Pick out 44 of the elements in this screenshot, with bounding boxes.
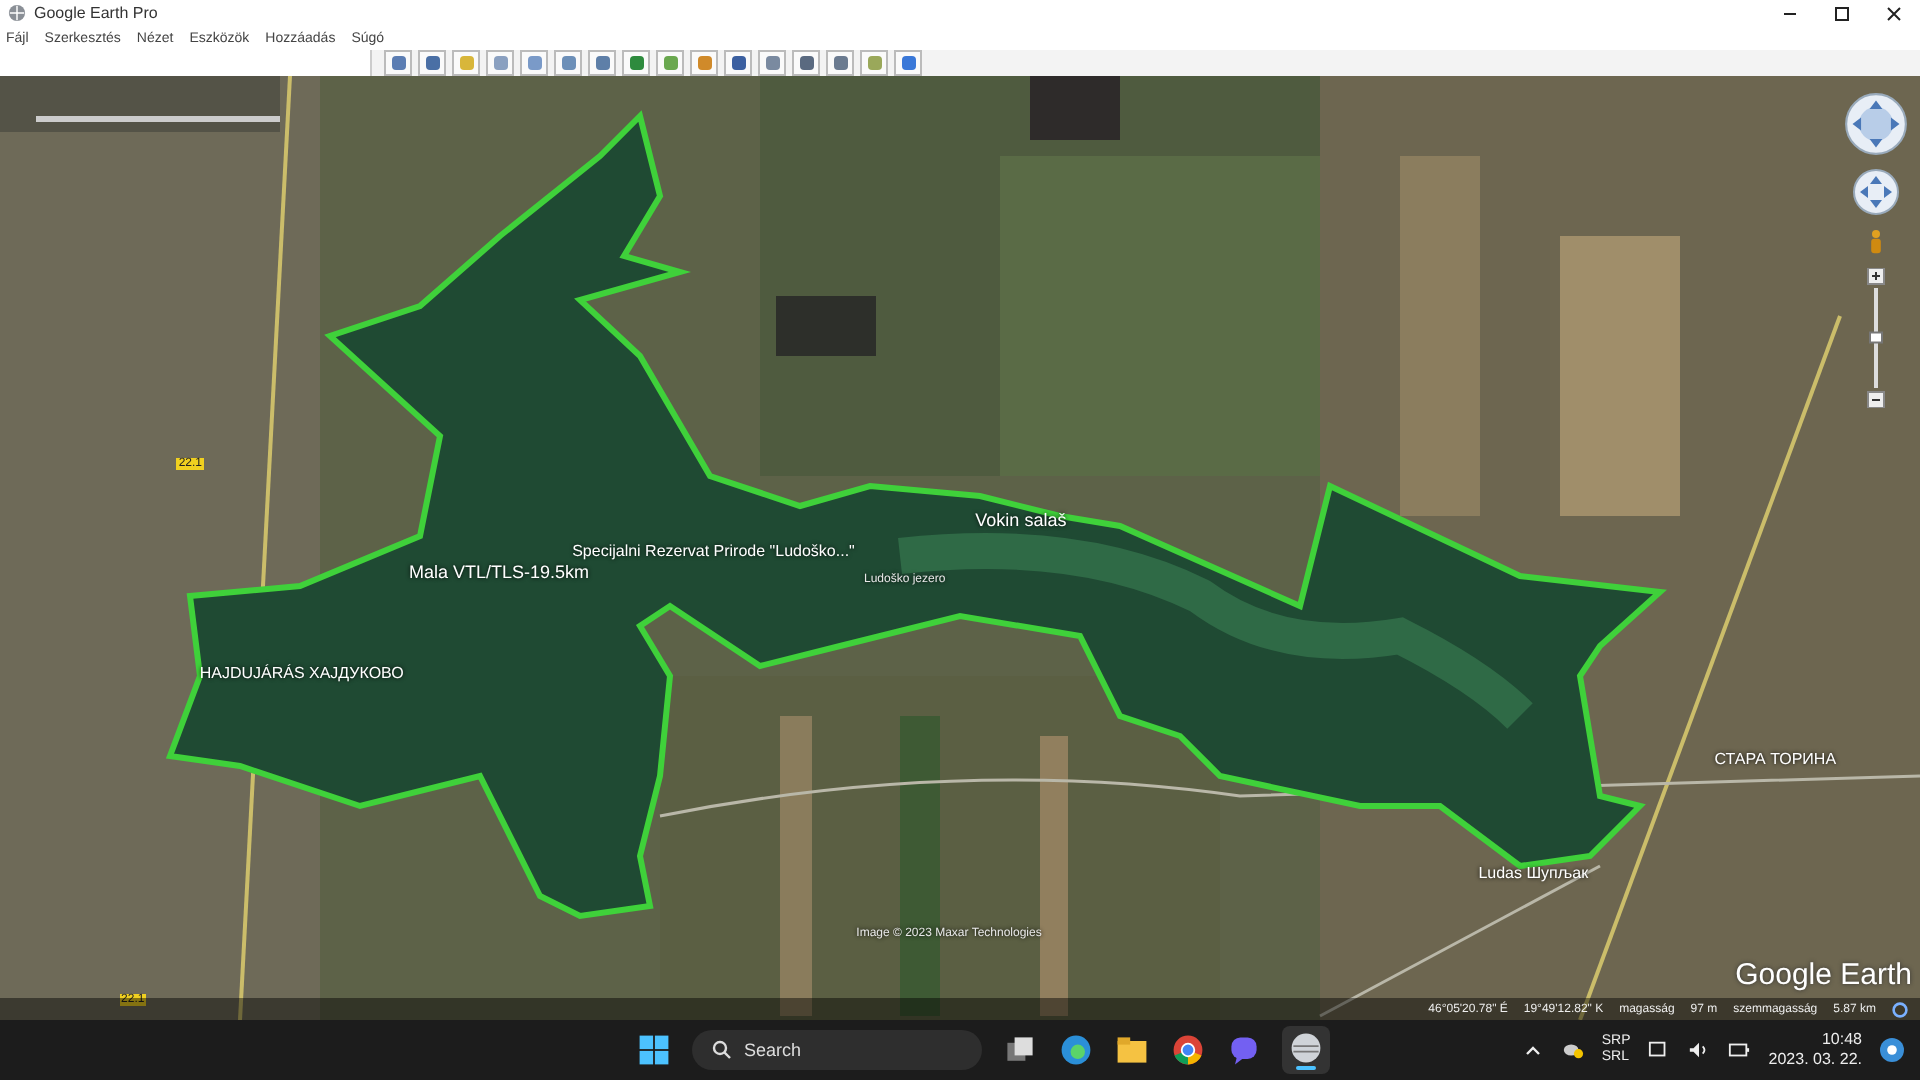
toolbar-icon[interactable]	[622, 50, 650, 76]
toolbar-icon[interactable]	[792, 50, 820, 76]
speaker-icon[interactable]	[1688, 1040, 1711, 1060]
window-title: Google Earth Pro	[34, 4, 158, 22]
toolbar-icon[interactable]	[520, 50, 548, 76]
map-label: СТАРА ТОРИНА	[1714, 750, 1837, 769]
loading-icon	[1892, 1001, 1908, 1017]
person-icon[interactable]	[1868, 228, 1884, 256]
map-label: Mala VTL/TLS-19.5km	[408, 562, 589, 583]
map-label: Specijalni Rezervat Prirode "Ludoško..."	[572, 542, 855, 561]
cloud-warning-icon[interactable]	[1561, 1040, 1584, 1060]
toolbar-icon[interactable]	[418, 50, 446, 76]
battery-icon[interactable]	[1728, 1040, 1751, 1060]
toolbar-icon[interactable]	[758, 50, 786, 76]
map-label: Vokin salaš	[975, 510, 1067, 531]
chrome-icon[interactable]	[1170, 1032, 1206, 1068]
windows-start-icon[interactable]	[636, 1032, 672, 1068]
chat-icon[interactable]	[1226, 1032, 1262, 1068]
toolbar-icon[interactable]	[894, 50, 922, 76]
look-control-icon[interactable]	[1844, 92, 1908, 156]
search-field[interactable]: Search	[692, 1030, 982, 1070]
zoom-slider-thumb[interactable]	[1869, 331, 1883, 344]
browser-icon[interactable]	[1058, 1032, 1094, 1068]
toolbar-icon[interactable]	[656, 50, 684, 76]
zoom-out-icon[interactable]	[1867, 391, 1885, 408]
close-icon[interactable]	[1886, 5, 1902, 21]
toolbar-icon[interactable]	[384, 50, 412, 76]
toolbar-icon[interactable]	[554, 50, 582, 76]
toolbar-icon[interactable]	[690, 50, 718, 76]
google-earth-logo: Google Earth	[1735, 958, 1912, 992]
network-icon[interactable]	[1648, 1040, 1671, 1060]
taskbar-app-button[interactable]	[1282, 1026, 1330, 1074]
maximize-icon[interactable]	[1834, 5, 1850, 21]
folder-icon[interactable]	[1114, 1032, 1150, 1068]
move-control-icon[interactable]	[1852, 168, 1900, 216]
toolbar-icon[interactable]	[588, 50, 616, 76]
zoom-in-icon[interactable]	[1867, 268, 1885, 285]
notification-badge[interactable]	[1880, 1038, 1904, 1062]
toolbar-icon[interactable]	[724, 50, 752, 76]
toolbar-icon[interactable]	[486, 50, 514, 76]
search-icon	[712, 1040, 732, 1060]
toolbar-icon[interactable]	[826, 50, 854, 76]
clock[interactable]: 10:48 2023. 03. 22.	[1768, 1030, 1862, 1070]
map-label: Ludas Шупљак	[1478, 864, 1589, 883]
